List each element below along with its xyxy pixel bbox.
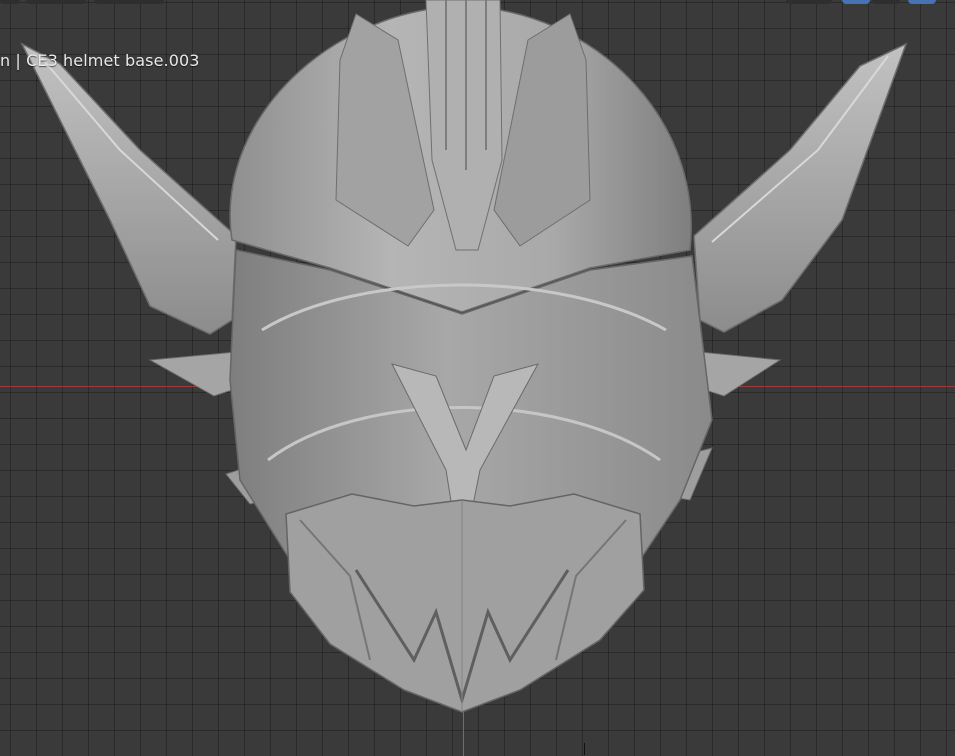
helmet-model[interactable] bbox=[0, 0, 955, 756]
left-horn bbox=[20, 42, 237, 335]
cursor-indicator bbox=[584, 743, 585, 755]
right-horn bbox=[693, 42, 908, 333]
3d-viewport[interactable]: n | CE3 helmet base.003 bbox=[0, 0, 955, 756]
object-name-label: n | CE3 helmet base.003 bbox=[0, 51, 200, 70]
mouth-guard bbox=[285, 493, 645, 713]
